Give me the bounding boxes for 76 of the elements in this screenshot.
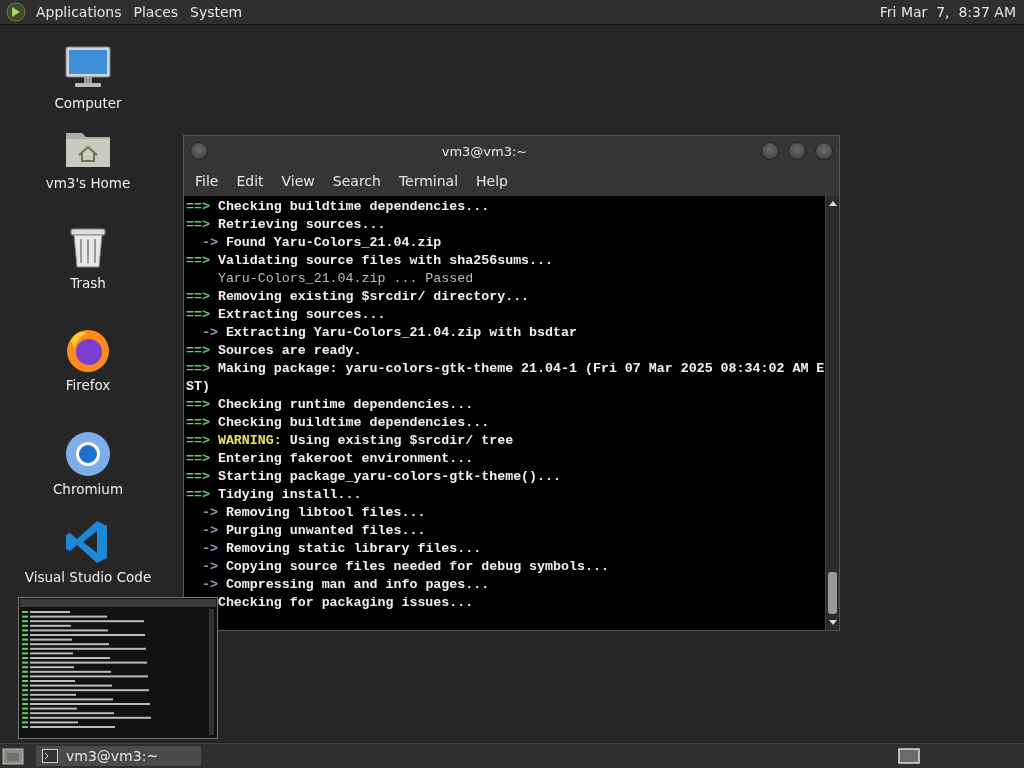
output-line: Purging unwanted files... [225,522,426,540]
menu-item[interactable]: Help [467,173,517,189]
output-line: Extracting sources... [217,306,386,324]
scrollbar[interactable] [825,196,839,630]
output-line: Checking for packaging issues... [217,594,474,612]
terminal-icon [42,749,58,763]
icon-label[interactable]: vm3's Home [45,175,131,191]
prompt-arrow: -> [200,234,219,252]
panel-menu[interactable]: Applications [32,4,126,20]
output-line: Tidying install... [217,486,362,504]
prompt-arrow: ==> [186,198,211,216]
prompt-arrow: ==> [186,396,211,414]
output-line: Starting package_yaru-colors-gtk-theme()... [217,468,562,486]
output-line: Removing existing $srcdir/ directory... [217,288,530,306]
output-line: Checking buildtime dependencies... [217,198,490,216]
scroll-thumb[interactable] [828,572,837,614]
output-line: Validating source files with sha256sums... [217,252,554,270]
output-line: Extracting Yaru-Colors_21.04.zip with bsdtar [225,324,577,342]
output-line: ST) [186,378,210,396]
icon-label[interactable]: Chromium [52,481,124,497]
output-line: Retrieving sources... [217,216,386,234]
maximize-button[interactable] [788,142,806,160]
prompt-arrow: -> [200,522,219,540]
scroll-up-icon[interactable] [827,199,838,207]
prompt-arrow: ==> [186,414,211,432]
output-line: Checking buildtime dependencies... [217,414,490,432]
prompt-arrow: -> [200,558,219,576]
output-line: Yaru-Colors_21.04.zip ... Passed [216,270,474,288]
output-line: Copying source files needed for debug symbols... [225,558,609,576]
terminal-logo-icon[interactable] [6,2,26,22]
icon-label[interactable]: Trash [70,275,106,291]
window-preview-drawing[interactable] [18,597,218,739]
panel-menu[interactable]: System [186,4,247,20]
menu-item[interactable]: View [272,173,324,189]
prompt-arrow: -> [200,324,219,342]
output-line: Found Yaru-Colors_21.04.zip [225,234,442,252]
prompt-arrow: ==> [186,342,211,360]
window-title: vm3@vm3:~ [440,143,529,159]
output-line: Removing libtool files... [225,504,426,522]
output-line: Compressing man and info pages... [225,576,490,594]
prompt-arrow: -> [200,504,219,522]
output-line: Making package: yaru-colors-gtk-theme 21.04-1 (Fri 07 Mar 2025 08:34:02 AM E [217,360,825,378]
window-menu-button[interactable] [190,142,208,160]
prompt-arrow: -> [200,540,219,558]
scroll-down-icon[interactable] [827,619,838,627]
menu-item[interactable]: Edit [227,173,273,189]
icon-label[interactable]: Visual Studio Code [24,569,152,585]
show-desktop-icon[interactable] [2,746,24,766]
menu-item[interactable]: File [186,173,228,189]
menu-item[interactable]: Search [323,173,390,189]
panel-menu[interactable]: Places [129,4,183,20]
prompt-arrow: ==> [186,306,211,324]
prompt-arrow: ==> [186,432,211,450]
prompt-arrow: ==> [186,486,211,504]
workspace-switcher[interactable] [898,748,920,764]
prompt-arrow: ==> [186,252,211,270]
prompt-arrow: ==> [186,216,211,234]
output-line: Entering fakeroot environment... [217,450,474,468]
output-line: Sources are ready. [217,342,362,360]
prompt-arrow: ==> [186,288,211,306]
prompt-arrow: ==> [186,450,211,468]
icon-label[interactable]: Firefox [65,377,111,393]
clock[interactable]: Fri Mar 7, 8:37 AM [879,4,1016,20]
taskbar-button[interactable]: vm3@vm3:~ [36,746,201,766]
menu-item[interactable]: Terminal [389,173,468,189]
warning-label: WARNING: [217,432,282,450]
prompt-arrow: -> [200,576,219,594]
icon-label[interactable]: Computer [54,95,122,111]
output-line: Using existing $srcdir/ tree [289,432,514,450]
minimize-button[interactable] [761,142,779,160]
close-button[interactable] [815,142,833,160]
output-line: Checking runtime dependencies... [217,396,474,414]
output-line: Removing static library files... [225,540,482,558]
prompt-arrow: ==> [186,360,211,378]
ring-icon[interactable] [63,431,113,477]
prompt-arrow: ==> [186,468,211,486]
